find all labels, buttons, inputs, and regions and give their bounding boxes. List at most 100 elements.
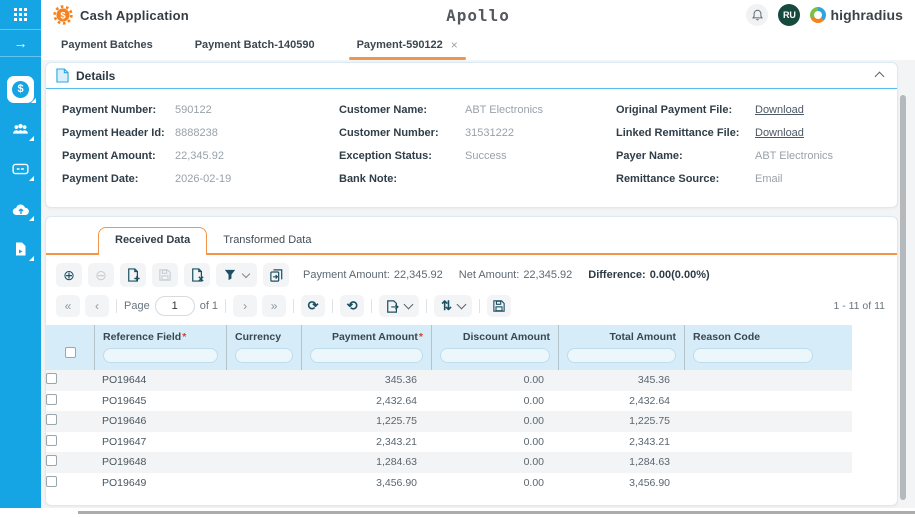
column-header-discount-amount[interactable]: Discount Amount xyxy=(440,331,550,343)
sidebar-item-linked-data[interactable] xyxy=(0,149,41,189)
save-layout-button[interactable] xyxy=(486,295,511,317)
tab-payment-batch-140590[interactable]: Payment Batch-140590 xyxy=(195,30,315,60)
cell-total-amount[interactable]: 1,225.75 xyxy=(558,415,684,427)
cell-discount-amount[interactable]: 0.00 xyxy=(431,374,558,386)
cell-total-amount[interactable]: 1,284.63 xyxy=(558,456,684,468)
cell-discount-amount[interactable]: 0.00 xyxy=(431,395,558,407)
prev-page-button[interactable]: ‹ xyxy=(85,295,109,317)
select-all-checkbox[interactable] xyxy=(64,347,76,358)
download-original-payment-file-link[interactable]: Download xyxy=(755,104,804,116)
next-page-button[interactable]: › xyxy=(233,295,258,317)
table-row[interactable]: PO19647 2,343.21 0.00 2,343.21 xyxy=(46,432,852,453)
cell-payment-amount[interactable]: 1,284.63 xyxy=(301,456,431,468)
notifications-button[interactable] xyxy=(746,4,769,26)
page-input[interactable] xyxy=(154,296,195,316)
close-tab-icon[interactable]: × xyxy=(451,38,458,52)
tab-payment-batches[interactable]: Payment Batches xyxy=(61,30,153,60)
divider xyxy=(426,299,428,313)
sidebar-item-upload[interactable] xyxy=(0,189,41,229)
first-page-button[interactable]: « xyxy=(56,295,80,317)
cell-discount-amount[interactable]: 0.00 xyxy=(431,415,558,427)
app-launcher-button[interactable] xyxy=(0,0,41,30)
table-row[interactable]: PO19648 1,284.63 0.00 1,284.63 xyxy=(46,452,852,473)
row-checkbox[interactable] xyxy=(46,434,57,446)
download-linked-remittance-file-link[interactable]: Download xyxy=(755,127,804,139)
cell-reference[interactable]: PO19647 xyxy=(94,436,226,448)
last-page-button[interactable]: » xyxy=(262,295,287,317)
cell-reference[interactable]: PO19648 xyxy=(94,456,226,468)
submenu-triangle-icon xyxy=(29,256,34,261)
tab-payment-590122[interactable]: Payment-590122 × xyxy=(348,30,467,60)
add-line-item-button[interactable] xyxy=(120,263,146,287)
table-row[interactable]: PO19646 1,225.75 0.00 1,225.75 xyxy=(46,411,852,432)
add-row-button[interactable]: ⊕ xyxy=(56,263,82,287)
filter-input-reason-code[interactable] xyxy=(693,348,813,363)
filter-input-currency[interactable] xyxy=(235,348,293,363)
highradius-brand[interactable]: highradius xyxy=(810,7,903,23)
table-row[interactable]: PO19649 3,456.90 0.00 3,456.90 xyxy=(46,473,852,494)
column-header-reference-field[interactable]: Reference Field* xyxy=(103,331,218,343)
sidebar-expand-button[interactable]: → xyxy=(0,30,41,57)
cell-reference[interactable]: PO19645 xyxy=(94,395,226,407)
detail-field: Payment Number: 590122 xyxy=(62,98,339,121)
column-header-total-amount[interactable]: Total Amount xyxy=(567,331,677,343)
cell-total-amount[interactable]: 2,432.64 xyxy=(558,395,684,407)
table-row[interactable]: PO19644 345.36 0.00 345.36 xyxy=(46,370,852,391)
cell-payment-amount[interactable]: 2,343.21 xyxy=(301,436,431,448)
sidebar-item-documents[interactable] xyxy=(0,229,41,269)
export-button[interactable] xyxy=(379,295,420,317)
horizontal-scrollbar[interactable] xyxy=(78,511,915,514)
filter-input-reference-field[interactable] xyxy=(103,348,218,363)
cell-reference[interactable]: PO19649 xyxy=(94,477,226,489)
row-checkbox[interactable] xyxy=(46,455,57,467)
user-avatar[interactable]: RU xyxy=(778,4,801,26)
apps-grid-icon xyxy=(14,8,27,21)
row-checkbox[interactable] xyxy=(46,414,57,426)
cell-discount-amount[interactable]: 0.00 xyxy=(431,436,558,448)
filter-button[interactable] xyxy=(216,263,257,287)
table-row[interactable]: PO19645 2,432.64 0.00 2,432.64 xyxy=(46,391,852,412)
cell-reference[interactable]: PO19644 xyxy=(94,374,226,386)
collapse-details-button[interactable] xyxy=(872,67,887,85)
column-header-payment-amount[interactable]: Payment Amount* xyxy=(310,331,423,343)
sidebar-item-cash-application[interactable]: $ xyxy=(0,69,41,109)
history-button[interactable]: ⟲ xyxy=(340,295,365,317)
filter-input-discount-amount[interactable] xyxy=(440,348,550,363)
table-header: Reference Field* Currency Payment Amount… xyxy=(46,325,852,370)
cell-payment-amount[interactable]: 3,456.90 xyxy=(301,477,431,489)
refresh-button[interactable]: ⟳ xyxy=(301,295,326,317)
row-checkbox[interactable] xyxy=(46,475,57,487)
row-checkbox[interactable] xyxy=(46,373,57,385)
cell-discount-amount[interactable]: 0.00 xyxy=(431,477,558,489)
vertical-scrollbar[interactable] xyxy=(900,95,906,500)
tab-transformed-data[interactable]: Transformed Data xyxy=(207,228,327,253)
chevron-down-icon xyxy=(456,299,467,310)
duplicate-rows-button[interactable] xyxy=(263,263,289,287)
filter-input-total-amount[interactable] xyxy=(567,348,676,363)
remove-row-button[interactable]: ⊖ xyxy=(88,263,114,287)
cell-payment-amount[interactable]: 2,432.64 xyxy=(301,395,431,407)
row-checkbox[interactable] xyxy=(46,393,57,405)
delete-line-item-button[interactable] xyxy=(184,263,210,287)
cell-reference[interactable]: PO19646 xyxy=(94,415,226,427)
save-rows-button[interactable] xyxy=(152,263,178,287)
column-header-currency[interactable]: Currency xyxy=(235,331,293,343)
submenu-triangle-icon xyxy=(29,176,34,181)
tab-received-data[interactable]: Received Data xyxy=(98,227,208,255)
cell-total-amount[interactable]: 2,343.21 xyxy=(558,436,684,448)
detail-field: Payment Header Id: 8888238 xyxy=(62,121,339,144)
detail-field: Customer Number: 31531222 xyxy=(339,121,616,144)
refresh-icon: ⟳ xyxy=(307,298,319,313)
cell-payment-amount[interactable]: 1,225.75 xyxy=(301,415,431,427)
column-header-reason-code[interactable]: Reason Code xyxy=(693,331,843,343)
arrow-right-icon: → xyxy=(13,35,28,51)
cell-payment-amount[interactable]: 345.36 xyxy=(301,374,431,386)
field-value: Email xyxy=(755,172,783,185)
sort-button[interactable]: ⇅ xyxy=(434,295,472,317)
details-panel: Details Payment Number: 590122 Payment He… xyxy=(45,62,898,208)
cell-discount-amount[interactable]: 0.00 xyxy=(431,456,558,468)
cell-total-amount[interactable]: 3,456.90 xyxy=(558,477,684,489)
sidebar-item-customers[interactable] xyxy=(0,109,41,149)
cell-total-amount[interactable]: 345.36 xyxy=(558,374,684,386)
filter-input-payment-amount[interactable] xyxy=(310,348,423,363)
